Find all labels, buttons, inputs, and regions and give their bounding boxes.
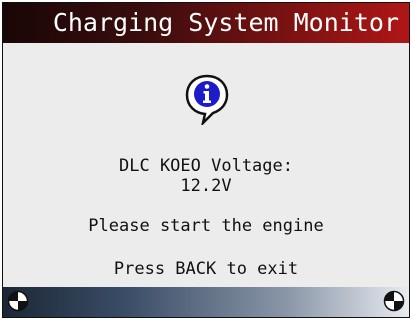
voltage-value: 12.2V	[180, 176, 232, 196]
circle-quadrant-icon-left	[7, 290, 29, 312]
device-screen: Charging System Monitor DLC KOEO Voltage…	[2, 2, 410, 318]
message-panel: DLC KOEO Voltage: 12.2V Please start the…	[3, 43, 409, 287]
exit-hint-text: Press BACK to exit	[113, 259, 299, 279]
status-bar	[3, 287, 409, 317]
title-bar: Charging System Monitor	[3, 3, 409, 43]
voltage-label: DLC KOEO Voltage:	[119, 156, 293, 176]
circle-quadrant-icon-right	[383, 290, 405, 312]
info-icon	[185, 74, 229, 125]
instruction-text: Please start the engine	[88, 216, 324, 236]
page-title: Charging System Monitor	[52, 8, 399, 37]
